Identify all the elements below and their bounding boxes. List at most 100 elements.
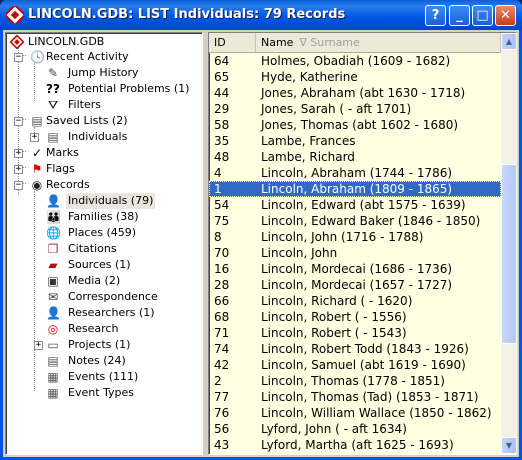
family-icon: 👪 — [46, 210, 61, 224]
table-row[interactable]: 77 Lincoln, Thomas (Tad) (1853 - 1871) — [209, 389, 501, 405]
row-name: Lincoln, John (1716 - 1788) — [261, 230, 424, 244]
row-id: 4 — [214, 166, 222, 180]
row-name: Lincoln, Robert ( - 1543) — [261, 326, 407, 340]
table-row[interactable]: 54 Lincoln, Edward (abt 1575 - 1639) — [209, 197, 501, 213]
table-row[interactable]: 56 Lyford, John ( - aft 1634) — [209, 421, 501, 437]
minimize-button[interactable]: _ — [449, 5, 470, 26]
table-row[interactable]: 28 Lincoln, Mordecai (1657 - 1727) — [209, 277, 501, 293]
table-row[interactable]: 42 Lincoln, Samuel (abt 1619 - 1690) — [209, 357, 501, 373]
envelope-icon: ✉ — [47, 290, 59, 304]
records-disc-icon: ◉ — [31, 178, 43, 192]
tree-label-recent-activity: Recent Activity — [46, 50, 129, 63]
navigation-tree[interactable]: LINCOLN.GDB − 🕓 Recent Activity ✎ Jump H… — [5, 32, 203, 455]
database-icon — [10, 35, 24, 49]
tree-label-researchers: Researchers (1) — [68, 306, 155, 319]
expander-recent-activity[interactable]: − — [14, 53, 23, 62]
row-name: Lincoln, Robert ( - 1556) — [261, 310, 407, 324]
column-header-name-label: Name — [261, 36, 294, 49]
target-icon: ◎ — [47, 322, 59, 336]
row-name: Lambe, Frances — [261, 134, 356, 148]
tree-label-filters: Filters — [68, 98, 101, 111]
row-id: 43 — [214, 438, 230, 452]
records-list[interactable]: ID Name ∇ Surname 64 Holmes, Obadiah (1609… — [208, 32, 517, 455]
scrollbar-thumb[interactable] — [501, 163, 516, 344]
table-row[interactable]: 74 Lincoln, Robert Todd (1843 - 1926) — [209, 341, 501, 357]
expander-projects[interactable]: + — [34, 341, 43, 350]
question-icon: ?? — [46, 82, 60, 96]
row-id: 42 — [214, 358, 230, 372]
row-name: Hyde, Katherine — [261, 70, 358, 84]
clock-icon: 🕓 — [30, 50, 45, 64]
citation-icon: ❐ — [47, 242, 59, 256]
expander-marks[interactable]: + — [14, 149, 23, 158]
tree-label-families: Families (38) — [68, 210, 139, 223]
calendar-icon: ▦ — [47, 370, 59, 384]
row-name: Lincoln, Thomas (1778 - 1851) — [261, 374, 445, 388]
maximize-button[interactable]: □ — [472, 5, 493, 26]
table-row[interactable]: 66 Lincoln, Richard ( - 1620) — [209, 293, 501, 309]
close-button[interactable]: ✕ — [495, 5, 516, 26]
researcher-icon: 👤 — [46, 306, 61, 320]
table-row[interactable]: 70 Lincoln, John — [209, 245, 501, 261]
row-id: 71 — [214, 326, 230, 340]
row-name: Lincoln, Mordecai (1657 - 1727) — [261, 278, 453, 292]
table-row[interactable]: 76 Lincoln, William Wallace (1850 - 1862) — [209, 405, 501, 421]
list-icon: ▤ — [31, 114, 43, 128]
filter-icon: ⛛ — [47, 98, 59, 112]
title-bar[interactable]: LINCOLN.GDB: LIST Individuals: 79 Record… — [0, 0, 522, 30]
table-row[interactable]: 4 Lincoln, Abraham (1744 - 1786) — [209, 165, 501, 181]
help-button[interactable]: ? — [425, 5, 446, 26]
table-row[interactable]: 35 Lambe, Frances — [209, 133, 501, 149]
focus-rect — [209, 181, 501, 197]
scroll-down-button[interactable]: ▼ — [501, 437, 516, 454]
row-name: Holmes, Obadiah (1609 - 1682) — [261, 54, 451, 68]
tree-label-individuals: Individuals (79) — [66, 193, 156, 209]
table-row[interactable]: 29 Jones, Sarah ( - aft 1701) — [209, 101, 501, 117]
row-name: Lincoln, Abraham (1744 - 1786) — [261, 166, 453, 180]
app-icon — [6, 6, 24, 24]
row-id: 66 — [214, 294, 230, 308]
tree-label-places: Places (459) — [68, 226, 137, 239]
table-row[interactable]: 1 Lincoln, Abraham (1809 - 1865) — [209, 181, 501, 197]
row-name: Lyford, John ( - aft 1634) — [261, 422, 407, 436]
row-id: 35 — [214, 134, 230, 148]
row-name: Lincoln, Mordecai (1686 - 1736) — [261, 262, 453, 276]
table-row[interactable]: 48 Lambe, Richard — [209, 149, 501, 165]
tree-label-events: Events (111) — [68, 370, 139, 383]
table-row[interactable]: 75 Lincoln, Edward Baker (1846 - 1850) — [209, 213, 501, 229]
row-id: 76 — [214, 406, 230, 420]
row-id: 29 — [214, 102, 230, 116]
main-content: LINCOLN.GDB − 🕓 Recent Activity ✎ Jump H… — [3, 30, 519, 457]
table-row[interactable]: 65 Hyde, Katherine — [209, 69, 501, 85]
scroll-up-button[interactable]: ▲ — [501, 33, 516, 50]
table-row[interactable]: 8 Lincoln, John (1716 - 1788) — [209, 229, 501, 245]
row-id: 54 — [214, 198, 230, 212]
globe-icon: 🌐 — [46, 226, 61, 240]
expander-saved-individuals[interactable]: + — [30, 133, 39, 142]
tree-label-media: Media (2) — [68, 274, 121, 287]
window-title: LINCOLN.GDB: LIST Individuals: 79 Record… — [28, 7, 346, 22]
table-row[interactable]: 16 Lincoln, Mordecai (1686 - 1736) — [209, 261, 501, 277]
row-name: Jones, Thomas (abt 1602 - 1680) — [261, 118, 459, 132]
table-row[interactable]: 43 Lyford, Martha (aft 1625 - 1693) — [209, 437, 501, 453]
table-row[interactable]: 2 Lincoln, Thomas (1778 - 1851) — [209, 373, 501, 389]
table-row[interactable]: 58 Jones, Thomas (abt 1602 - 1680) — [209, 117, 501, 133]
tree-label-research: Research — [68, 322, 119, 335]
row-id: 16 — [214, 262, 230, 276]
column-header-surname-label: Surname — [310, 36, 360, 49]
column-header-name[interactable]: Name ∇ Surname — [256, 33, 501, 53]
vertical-scrollbar[interactable]: ▲ ▼ — [501, 33, 516, 454]
row-name: Jones, Sarah ( - aft 1701) — [261, 102, 412, 116]
row-id: 70 — [214, 246, 230, 260]
expander-records[interactable]: − — [14, 181, 23, 190]
table-row[interactable]: 68 Lincoln, Robert ( - 1556) — [209, 309, 501, 325]
table-row[interactable]: 64 Holmes, Obadiah (1609 - 1682) — [209, 53, 501, 69]
row-name: Lambe, Richard — [261, 150, 355, 164]
table-row[interactable]: 44 Jones, Abraham (abt 1630 - 1718) — [209, 85, 501, 101]
tree-label-potential-problems: Potential Problems (1) — [68, 82, 190, 95]
row-name: Lincoln, Richard ( - 1620) — [261, 294, 413, 308]
expander-flags[interactable]: + — [14, 165, 23, 174]
column-header-id[interactable]: ID — [209, 33, 256, 53]
expander-saved-lists[interactable]: − — [14, 117, 23, 126]
table-row[interactable]: 71 Lincoln, Robert ( - 1543) — [209, 325, 501, 341]
